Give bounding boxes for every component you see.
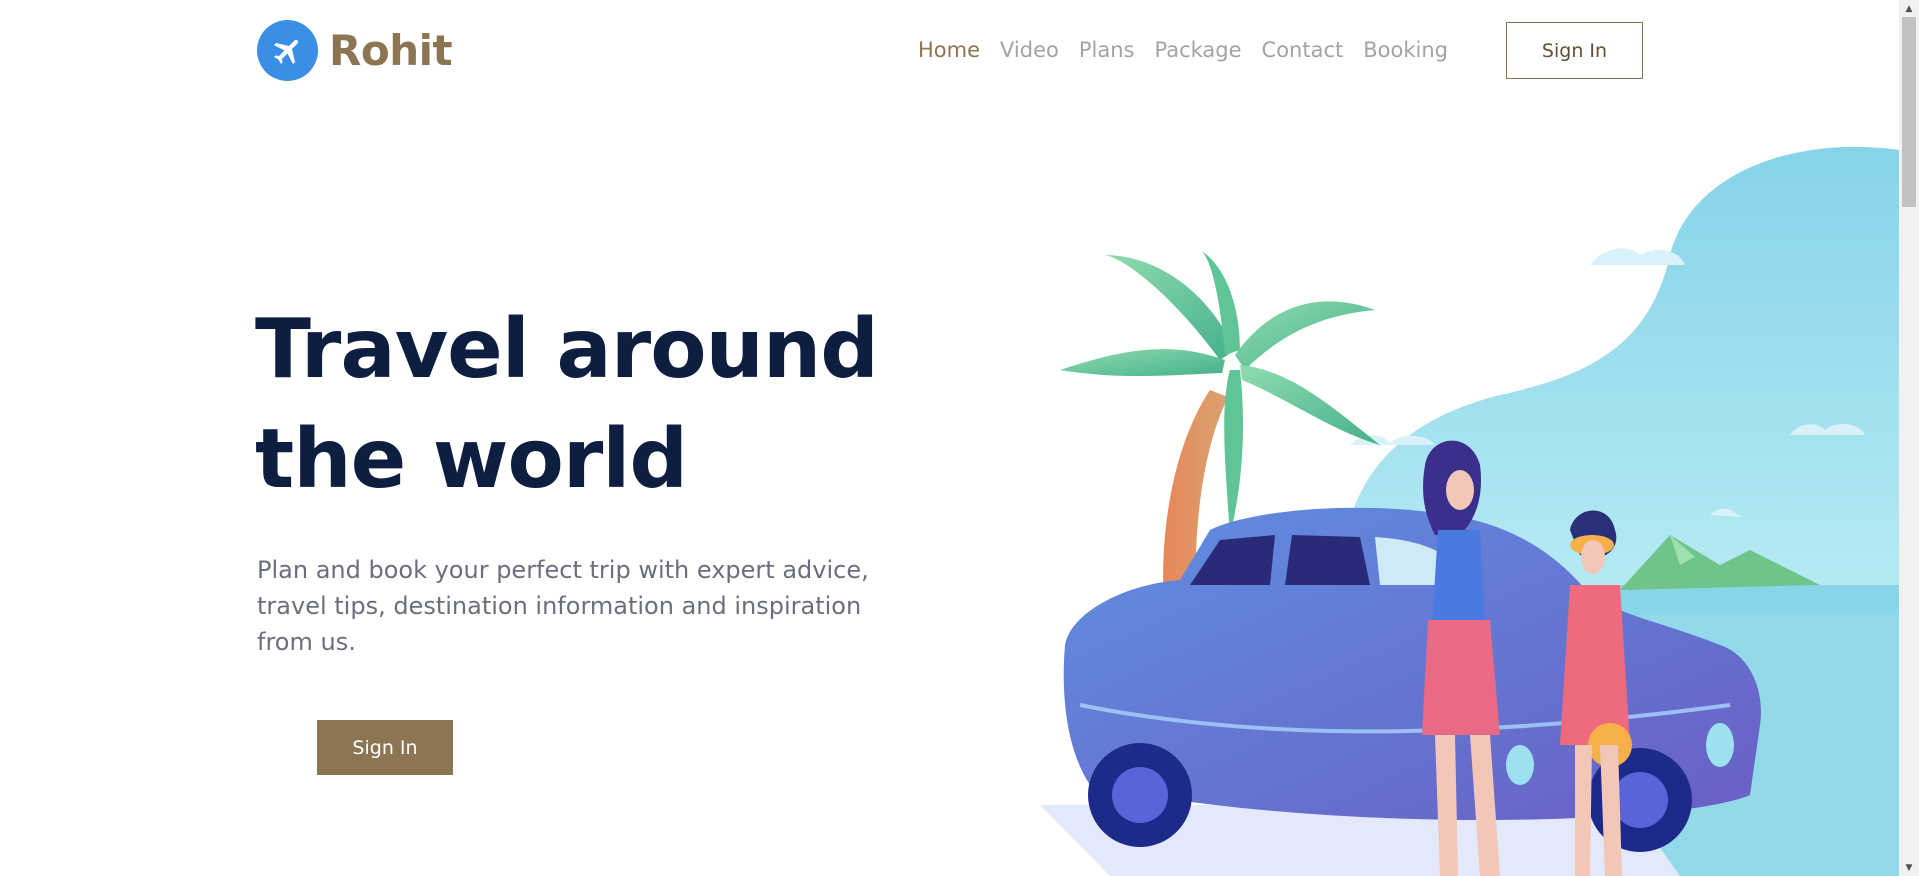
nav-plans[interactable]: Plans <box>1079 38 1135 62</box>
scroll-down-arrow-icon[interactable]: ▼ <box>1899 859 1919 876</box>
hero-subtitle: Plan and book your perfect trip with exp… <box>257 556 869 656</box>
airplane-icon <box>257 20 318 81</box>
nav-package[interactable]: Package <box>1154 38 1241 62</box>
brand-logo[interactable]: Rohit <box>257 20 453 81</box>
hero-title: Travel around the world <box>255 295 975 515</box>
scroll-up-arrow-icon[interactable]: ▲ <box>1899 0 1919 17</box>
brand-name: Rohit <box>329 26 453 75</box>
nav-booking[interactable]: Booking <box>1363 38 1448 62</box>
hero-signin-button[interactable]: Sign In <box>317 720 453 775</box>
vertical-scrollbar[interactable]: ▲ ▼ <box>1899 0 1919 876</box>
nav-home[interactable]: Home <box>918 38 980 62</box>
nav-contact[interactable]: Contact <box>1262 38 1344 62</box>
header-signin-button[interactable]: Sign In <box>1506 22 1643 79</box>
hero-title-line1: Travel around <box>255 302 879 397</box>
scrollbar-thumb[interactable] <box>1902 17 1916 207</box>
travel-beach-car-illustration <box>1040 147 1899 876</box>
page: Rohit Home Video Plans Package Contact B… <box>0 0 1899 876</box>
nav-video[interactable]: Video <box>1000 38 1059 62</box>
main-nav: Home Video Plans Package Contact Booking <box>918 38 1448 62</box>
hero-title-line2: the world <box>255 412 688 507</box>
